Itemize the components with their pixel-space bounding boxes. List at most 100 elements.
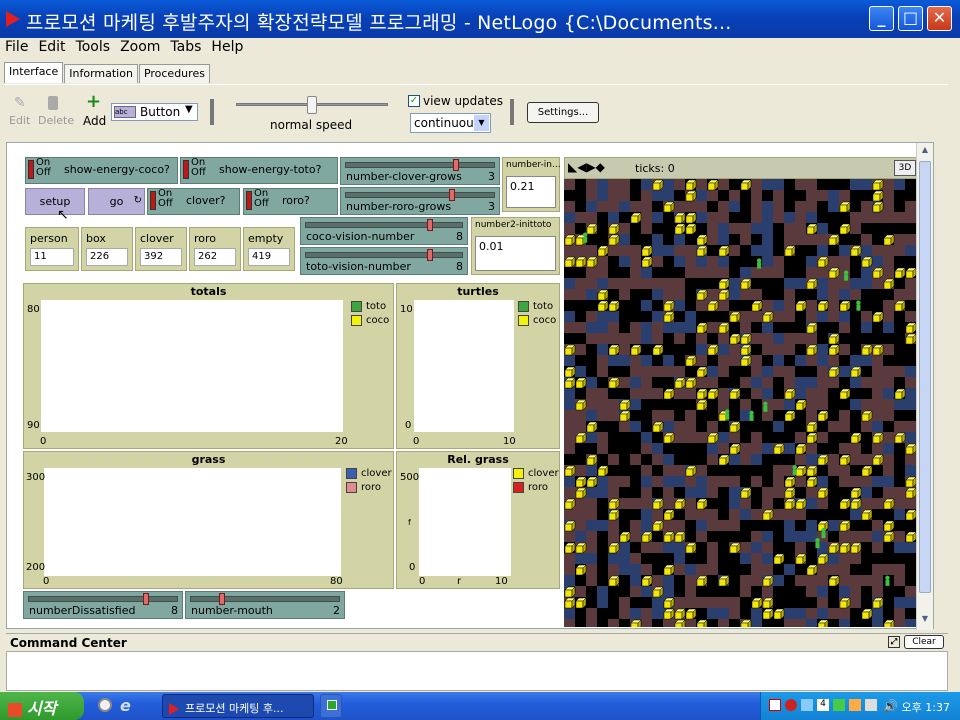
slider-thumb[interactable] <box>143 593 150 605</box>
maximize-button[interactable]: □ <box>898 6 923 31</box>
quicklaunch-icon[interactable] <box>98 698 112 712</box>
switch-show-energy-toto[interactable]: On Off show-energy-toto? <box>180 157 338 184</box>
delete-button[interactable]: Delete <box>38 114 74 127</box>
box-agent <box>586 421 598 433</box>
box-agent <box>663 531 675 543</box>
switch-roro[interactable]: On Off roro? <box>243 188 338 215</box>
scroll-up-arrow-icon[interactable]: ▲ <box>919 145 931 157</box>
plot-grass: grass 300 200 0 80 clover roro <box>23 451 394 589</box>
box-agent <box>905 322 917 334</box>
box-agent <box>564 256 576 268</box>
box-agent <box>707 432 719 444</box>
scroll-thumb[interactable] <box>919 161 931 593</box>
menu-help[interactable]: Help <box>206 38 248 56</box>
ticks-counter: ticks: 0 <box>635 162 675 175</box>
switch-toggle[interactable] <box>183 160 189 179</box>
slider-thumb[interactable] <box>426 249 433 261</box>
menu-tabs[interactable]: Tabs <box>165 38 206 56</box>
scroll-down-arrow-icon[interactable]: ▼ <box>919 614 931 626</box>
volume-icon[interactable]: 🔊 <box>883 699 898 713</box>
view-shape-controls-icon[interactable]: ◣◀▶◆ <box>568 160 605 174</box>
box-agent <box>806 465 818 477</box>
widget-type-select[interactable]: abc Button ▼ <box>111 103 198 121</box>
box-agent <box>817 487 829 499</box>
view-updates-checkbox[interactable]: ✓ <box>408 95 420 107</box>
tray-icon[interactable] <box>833 699 845 711</box>
speed-slider-thumb[interactable] <box>307 96 317 114</box>
start-button[interactable]: 시작 <box>0 692 84 720</box>
switch-clover[interactable]: On Off clover? <box>147 188 240 215</box>
vertical-scrollbar[interactable]: ▲ ▼ <box>916 143 933 630</box>
box-agent <box>564 234 576 246</box>
input-number-init-field[interactable]: 0.21 <box>506 176 556 208</box>
slider-number-clover-grows[interactable]: number-clover-grows 3 <box>340 157 500 185</box>
tray-icon[interactable] <box>849 699 861 711</box>
box-agent <box>828 575 840 587</box>
menu-edit[interactable]: Edit <box>33 38 70 56</box>
box-agent <box>762 597 774 609</box>
tab-procedures[interactable]: Procedures <box>138 64 210 83</box>
tray-icon[interactable] <box>785 699 797 711</box>
box-agent <box>861 344 873 356</box>
box-agent <box>718 245 730 257</box>
expand-icon[interactable]: ⤢ <box>888 636 900 648</box>
switch-toggle[interactable] <box>150 191 156 210</box>
slider-toto-vision-number[interactable]: toto-vision-number 8 <box>300 247 468 275</box>
slider-number-dissatisfied[interactable]: numberDissatisfied 8 <box>23 591 183 619</box>
input-number2-inittoto-field[interactable]: 0.01 <box>475 236 556 271</box>
input-number2-inittoto[interactable]: number2-inittoto 0.01 <box>471 217 560 275</box>
box-agent <box>762 608 774 620</box>
box-agent <box>850 498 862 510</box>
box-agent <box>652 344 664 356</box>
menu-zoom[interactable]: Zoom <box>115 38 165 56</box>
edit-button[interactable]: Edit <box>9 114 30 127</box>
minimize-button[interactable]: _ <box>869 6 894 31</box>
box-agent <box>674 377 686 389</box>
ie-browser-icon[interactable]: e <box>120 696 131 715</box>
taskbar-netlogo[interactable]: 프로모션 마케팅 후... <box>162 694 314 718</box>
world-view[interactable] <box>564 179 920 627</box>
switch-show-energy-coco[interactable]: On Off show-energy-coco? <box>25 157 178 184</box>
plot-area <box>419 468 511 576</box>
slider-coco-vision-number[interactable]: coco-vision-number 8 <box>300 217 468 245</box>
slider-number-mouth[interactable]: number-mouth 2 <box>185 591 345 619</box>
go-button[interactable]: go ↻ <box>88 188 145 215</box>
box-agent <box>696 575 708 587</box>
box-agent <box>575 564 587 576</box>
box-agent <box>762 575 774 587</box>
toolbar-separator <box>210 99 214 125</box>
switch-toggle[interactable] <box>28 160 34 179</box>
slider-number-roro-grows[interactable]: number-roro-grows 3 <box>340 187 500 215</box>
box-agent <box>564 597 576 609</box>
3d-button[interactable]: 3D <box>894 160 916 176</box>
setup-button[interactable]: setup <box>25 188 85 215</box>
tray-icon[interactable] <box>769 699 781 711</box>
command-center-output[interactable] <box>6 651 948 691</box>
box-agent <box>839 520 851 532</box>
person-agent <box>756 258 762 269</box>
box-agent <box>740 344 752 356</box>
input-number-init[interactable]: number-in... 0.21 <box>502 157 561 212</box>
box-agent <box>663 300 675 312</box>
box-agent <box>685 608 697 620</box>
box-agent <box>861 410 873 422</box>
box-agent <box>575 432 587 444</box>
close-button[interactable]: ✕ <box>927 6 952 31</box>
box-agent <box>663 564 675 576</box>
box-agent <box>806 421 818 433</box>
taskbar-app[interactable] <box>320 694 342 718</box>
button-widget-icon: abc <box>114 106 136 118</box>
switch-toggle[interactable] <box>246 191 252 210</box>
add-button[interactable]: Add <box>83 114 106 128</box>
tray-icon[interactable] <box>801 699 813 711</box>
menu-file[interactable]: File <box>0 38 33 56</box>
clear-button[interactable]: Clear <box>904 635 944 649</box>
tab-information[interactable]: Information <box>64 64 138 83</box>
slider-thumb[interactable] <box>426 219 433 231</box>
tab-interface[interactable]: Interface <box>4 62 64 83</box>
menu-tools[interactable]: Tools <box>71 38 116 56</box>
tray-icon[interactable] <box>865 699 877 711</box>
update-mode-select[interactable]: continuous ▼ <box>410 113 491 133</box>
settings-button[interactable]: Settings... <box>527 102 599 123</box>
tray-icon[interactable]: 4 <box>817 699 829 711</box>
